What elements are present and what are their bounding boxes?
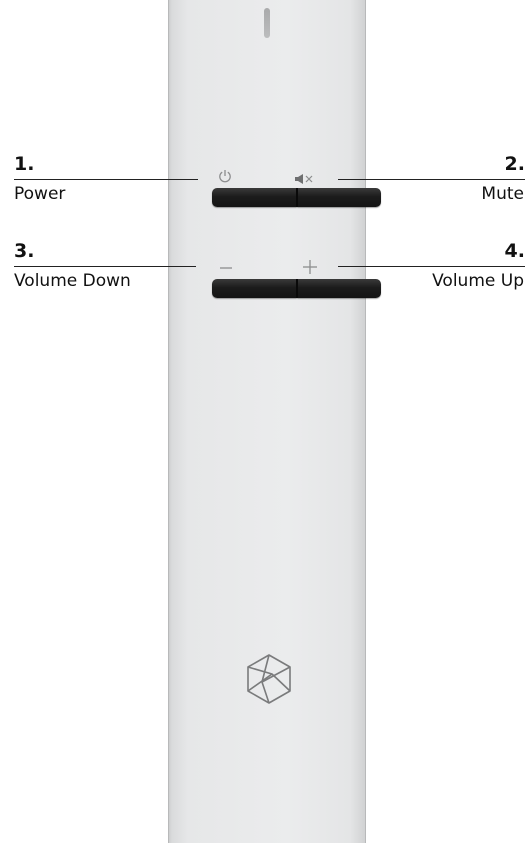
button-divider: [296, 188, 298, 207]
leader-line-volume-down: [14, 266, 196, 267]
mute-button[interactable]: [297, 188, 381, 207]
callout-label-mute: Mute: [481, 184, 524, 204]
leader-line-mute: [338, 179, 525, 180]
callout-number-volume-up: 4.: [504, 240, 525, 262]
callout-number-mute: 2.: [504, 153, 525, 175]
leader-line-power: [14, 179, 198, 180]
volume-down-button[interactable]: [212, 279, 297, 298]
power-icon: [217, 168, 233, 188]
callout-label-volume-down: Volume Down: [14, 271, 131, 291]
speaker-mute-icon: [294, 170, 316, 189]
callout-number-volume-down: 3.: [14, 240, 35, 262]
hexagon-logo-icon: [242, 652, 296, 706]
minus-icon: [219, 260, 233, 279]
button-row-volume: [168, 279, 381, 298]
remote-control: [168, 0, 381, 843]
power-button[interactable]: [212, 188, 297, 207]
button-row-power-mute: [168, 188, 381, 207]
plus-icon: [302, 259, 318, 279]
volume-up-button[interactable]: [297, 279, 381, 298]
leader-line-volume-up: [338, 266, 525, 267]
ir-window: [264, 8, 270, 38]
callout-number-power: 1.: [14, 153, 35, 175]
button-divider: [296, 279, 298, 298]
callout-label-volume-up: Volume Up: [432, 271, 524, 291]
callout-label-power: Power: [14, 184, 66, 204]
